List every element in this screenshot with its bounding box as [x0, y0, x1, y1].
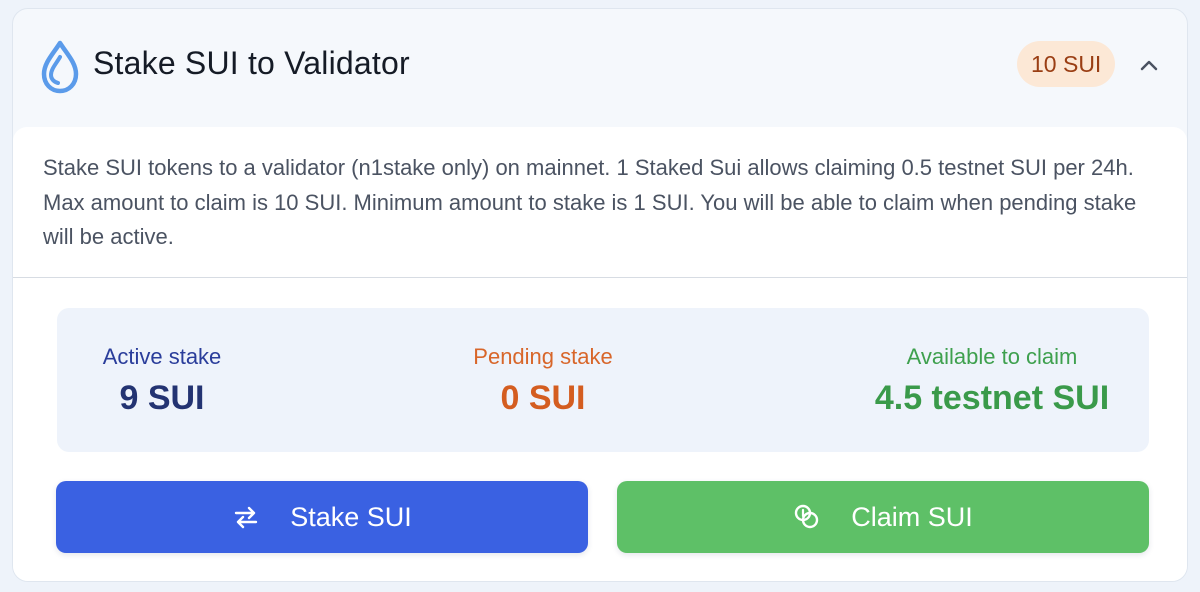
amount-badge: 10 SUI: [1017, 41, 1116, 87]
active-stake-value: 9 SUI: [119, 379, 205, 417]
collapse-button[interactable]: [1133, 49, 1165, 81]
divider: [13, 277, 1187, 278]
active-stake-label: Active stake: [102, 344, 222, 369]
stake-sui-card: Stake SUI to Validator 10 SUI Stake SUI …: [12, 8, 1188, 582]
stake-sui-label: Stake SUI: [290, 501, 412, 532]
swap-arrows-icon: [232, 503, 260, 531]
pending-stake-label: Pending stake: [473, 344, 613, 369]
available-to-claim-stat: Available to claim 4.5 testnet SUI: [852, 342, 1132, 420]
available-to-claim-value: 4.5 testnet SUI: [874, 379, 1110, 417]
active-stake-stat: Active stake 9 SUI: [87, 342, 237, 420]
description-text: Stake SUI tokens to a validator (n1stake…: [43, 155, 1137, 249]
stake-sui-button[interactable]: Stake SUI: [56, 481, 588, 553]
stats-panel: Active stake 9 SUI Pending stake 0 SUI A…: [57, 308, 1149, 452]
card-header[interactable]: Stake SUI to Validator 10 SUI: [13, 9, 1187, 127]
available-to-claim-label: Available to claim: [906, 344, 1078, 369]
coins-icon: [793, 503, 821, 531]
card-title: Stake SUI to Validator: [93, 45, 410, 81]
pending-stake-value: 0 SUI: [500, 379, 586, 417]
claim-sui-button[interactable]: Claim SUI: [617, 481, 1149, 553]
pending-stake-stat: Pending stake 0 SUI: [457, 342, 629, 420]
card-body: Stake SUI tokens to a validator (n1stake…: [13, 127, 1187, 581]
sui-drop-icon: [41, 40, 79, 94]
claim-sui-label: Claim SUI: [851, 501, 973, 532]
chevron-up-icon: [1140, 60, 1158, 71]
